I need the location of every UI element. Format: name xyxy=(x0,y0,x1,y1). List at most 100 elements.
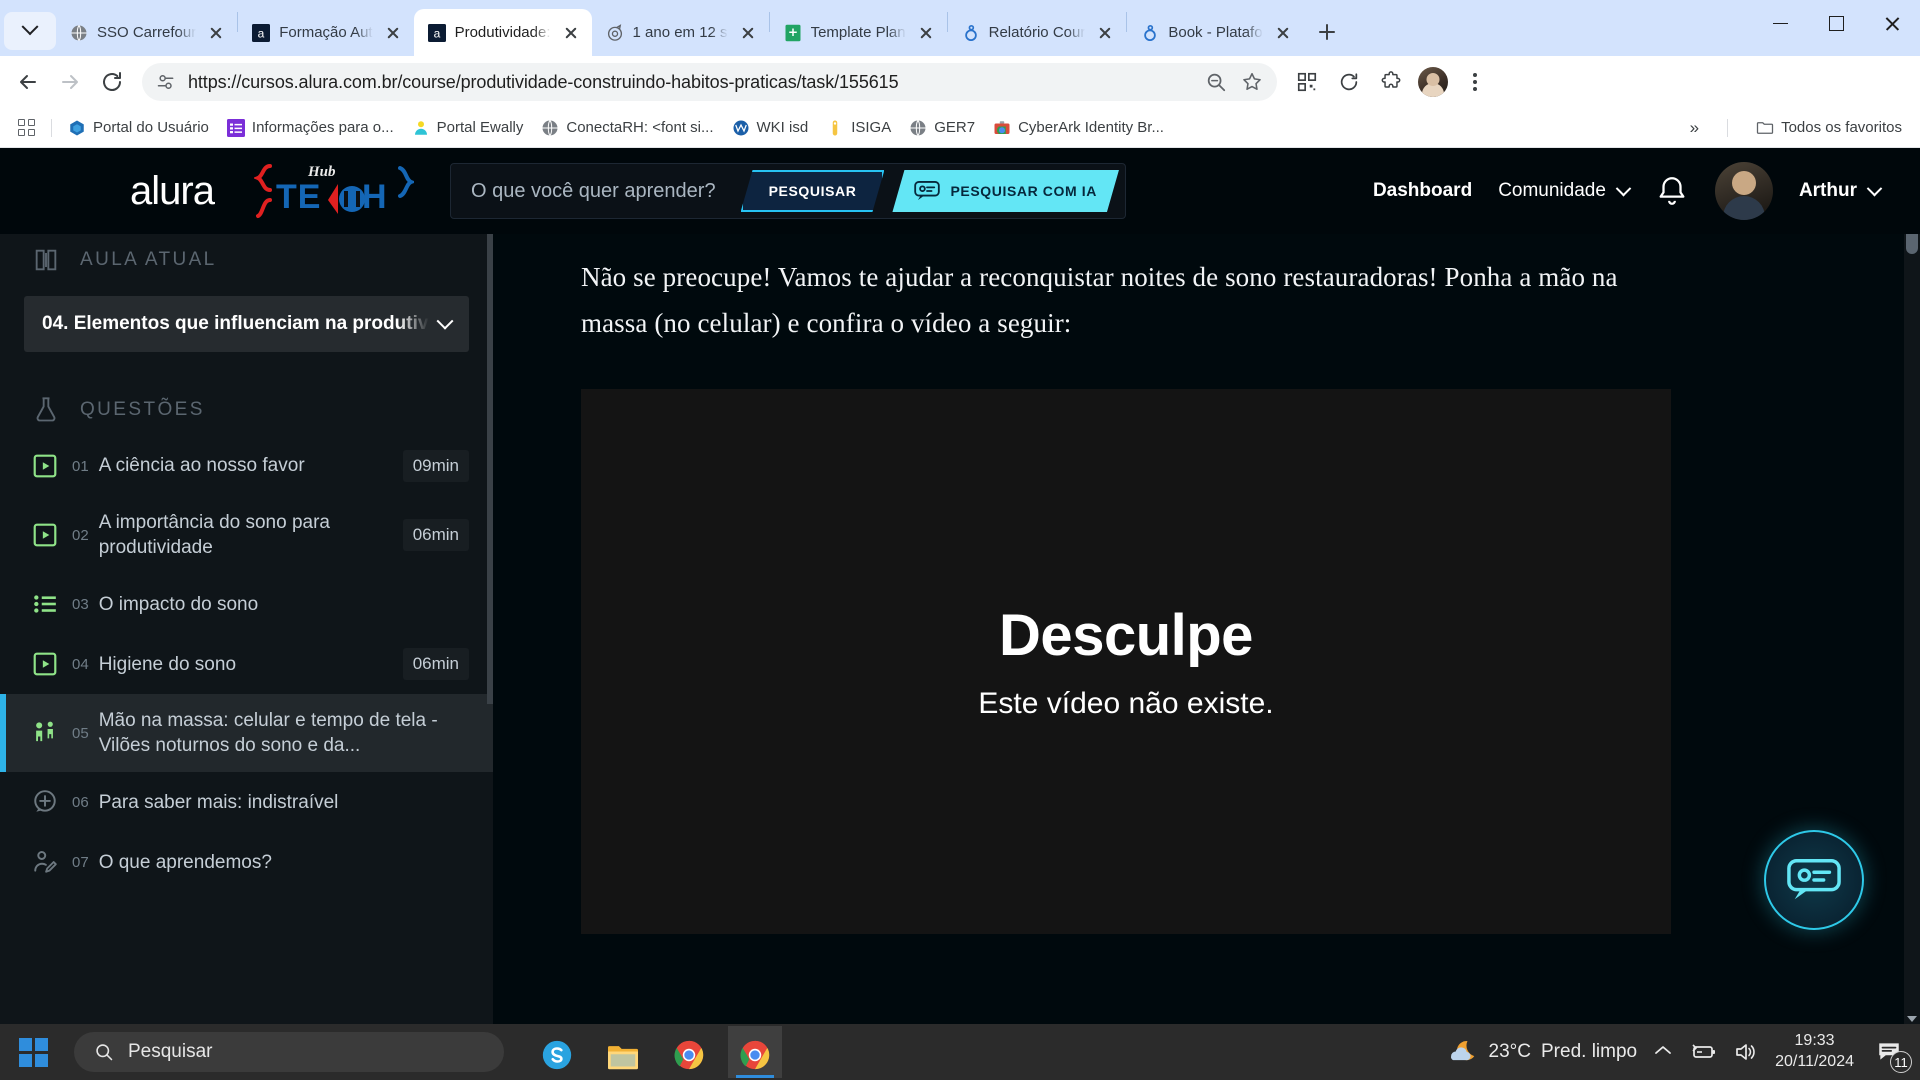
taskbar-app-file-explorer[interactable] xyxy=(596,1026,650,1078)
section-label: QUESTÕES xyxy=(80,399,205,420)
browser-tab-active[interactable]: a Produtividade: xyxy=(413,9,592,56)
address-bar[interactable]: https://cursos.alura.com.br/course/produ… xyxy=(142,63,1277,101)
list-purple-icon xyxy=(226,118,245,137)
coursera-icon xyxy=(1144,24,1157,41)
new-tab-button[interactable] xyxy=(1310,15,1344,49)
minimize-button[interactable] xyxy=(1752,0,1808,47)
header-nav: Dashboard Comunidade Arthur xyxy=(1373,162,1883,220)
taskbar-app-chrome[interactable] xyxy=(662,1026,716,1078)
nav-community[interactable]: Comunidade xyxy=(1498,180,1632,202)
browser-tab[interactable]: SSO Carrefour xyxy=(56,9,237,56)
ai-assistant-button[interactable] xyxy=(1764,830,1864,930)
arrow-right-icon xyxy=(62,75,78,89)
start-button[interactable] xyxy=(0,1024,66,1080)
bookmark-label: Portal Ewally xyxy=(436,119,524,136)
video-player-placeholder[interactable]: Desculpe Este vídeo não existe. xyxy=(581,388,1671,934)
close-icon[interactable] xyxy=(1094,22,1116,44)
avatar[interactable] xyxy=(1714,162,1773,220)
close-icon[interactable] xyxy=(560,22,582,44)
taskbar-app-skype[interactable] xyxy=(530,1026,584,1078)
scroll-down-icon[interactable] xyxy=(1907,1016,1917,1022)
chrome-icon xyxy=(740,1040,770,1070)
zoom-icon[interactable] xyxy=(1205,71,1227,93)
lesson-title: Higiene do sono xyxy=(98,653,237,675)
bookmark-item[interactable]: ISIGA xyxy=(818,114,899,142)
lesson-item[interactable]: 02 A importância do sono para produtivid… xyxy=(0,496,493,574)
site-settings-icon[interactable] xyxy=(156,72,176,92)
all-bookmarks-button[interactable]: Todos os favoritos xyxy=(1748,114,1910,142)
taskbar-app-chrome-active[interactable] xyxy=(728,1026,782,1078)
nav-community-label: Comunidade xyxy=(1498,180,1606,201)
current-lesson-selector[interactable]: 04. Elementos que influenciam na produti… xyxy=(24,296,469,352)
ai-chat-icon xyxy=(1787,858,1841,900)
close-icon[interactable] xyxy=(1272,22,1294,44)
list-icon xyxy=(30,591,60,617)
bookmark-item[interactable]: ConectaRH: <font si... xyxy=(533,114,721,142)
battery-charging-icon[interactable] xyxy=(1689,1041,1717,1063)
close-icon[interactable] xyxy=(915,22,937,44)
bookmark-item[interactable]: WKI isd xyxy=(724,114,817,142)
bookmark-item[interactable]: Portal Ewally xyxy=(404,114,532,142)
lesson-item-active[interactable]: 05 Mão na massa: celular e tempo de tela… xyxy=(0,694,493,773)
lesson-item[interactable]: 04 Higiene do sono 06min xyxy=(0,634,493,694)
browser-tab[interactable]: Book - Platafo xyxy=(1127,9,1303,56)
reload-button[interactable] xyxy=(92,62,132,102)
weather-widget[interactable]: 23°C Pred. limpo xyxy=(1445,1037,1637,1067)
bookmark-item[interactable]: Informações para o... xyxy=(219,114,402,142)
page-scrollbar[interactable] xyxy=(1904,148,1920,1030)
chrome-window: SSO Carrefour a Formação Aut a Produtivi… xyxy=(0,0,1920,1080)
notification-center-button[interactable]: 11 xyxy=(1870,1033,1912,1073)
search-button[interactable]: PESQUISAR xyxy=(741,170,885,212)
browser-tab[interactable]: a Formação Aut xyxy=(238,9,413,56)
browser-tab[interactable]: Template Plan xyxy=(770,9,947,56)
speaker-icon[interactable] xyxy=(1733,1041,1759,1063)
search-button-label: PESQUISAR xyxy=(768,183,857,199)
tab-search-button[interactable] xyxy=(4,12,56,50)
questions-section-header: QUESTÕES xyxy=(0,384,493,436)
lesson-item[interactable]: 01 A ciência ao nosso favor 09min xyxy=(0,436,493,496)
bell-icon[interactable] xyxy=(1655,174,1689,208)
lesson-number: 04 xyxy=(72,655,89,673)
search-input[interactable] xyxy=(470,179,741,203)
close-icon[interactable] xyxy=(205,22,227,44)
lesson-item[interactable]: 03 O impacto do sono xyxy=(0,574,493,634)
sync-button[interactable] xyxy=(1329,62,1369,102)
nav-dashboard[interactable]: Dashboard xyxy=(1373,180,1472,202)
browser-tab[interactable]: 1 ano em 12 s xyxy=(592,9,769,56)
taskbar-apps xyxy=(530,1026,782,1078)
profile-button[interactable] xyxy=(1413,62,1453,102)
close-icon[interactable] xyxy=(382,22,404,44)
tab-label: Formação Aut xyxy=(279,24,373,41)
bookmarks-more-button[interactable]: » xyxy=(1682,114,1707,142)
apps-grid-icon xyxy=(18,119,35,136)
tray-overflow-button[interactable] xyxy=(1653,1043,1673,1062)
taskbar-search[interactable]: Pesquisar xyxy=(74,1032,504,1072)
lesson-item[interactable]: 07 O que aprendemos? xyxy=(0,832,493,892)
lesson-item[interactable]: 06 Para saber mais: indistraível xyxy=(0,772,493,832)
bookmark-item[interactable]: GER7 xyxy=(901,114,983,142)
back-button[interactable] xyxy=(8,62,48,102)
forward-button[interactable] xyxy=(50,62,90,102)
extensions-button[interactable] xyxy=(1371,62,1411,102)
search-bar[interactable]: PESQUISAR PESQUISAR COM IA xyxy=(449,163,1126,219)
omnibox-actions xyxy=(1205,71,1263,93)
user-menu[interactable]: Arthur xyxy=(1799,180,1883,202)
video-icon xyxy=(30,651,60,677)
qr-code-button[interactable] xyxy=(1287,62,1327,102)
globe-icon xyxy=(542,119,558,136)
alura-logo[interactable]: alura xyxy=(130,171,215,211)
search-ai-button[interactable]: PESQUISAR COM IA xyxy=(892,170,1119,212)
bookmark-item[interactable]: CyberArk Identity Br... xyxy=(985,114,1172,142)
globe-icon xyxy=(910,119,926,136)
bookmark-star-icon[interactable] xyxy=(1241,71,1263,93)
browser-tab[interactable]: Relatório Cour xyxy=(948,9,1127,56)
bookmark-item[interactable]: Portal do Usuário xyxy=(60,114,217,142)
close-icon[interactable] xyxy=(737,22,759,44)
chrome-menu-button[interactable] xyxy=(1455,62,1495,102)
flask-icon xyxy=(36,397,56,422)
maximize-button[interactable] xyxy=(1808,0,1864,47)
close-window-button[interactable] xyxy=(1864,0,1920,47)
apps-shortcut[interactable] xyxy=(10,114,43,141)
taskbar-clock[interactable]: 19:33 20/11/2024 xyxy=(1775,1031,1854,1073)
dot xyxy=(1473,73,1477,77)
